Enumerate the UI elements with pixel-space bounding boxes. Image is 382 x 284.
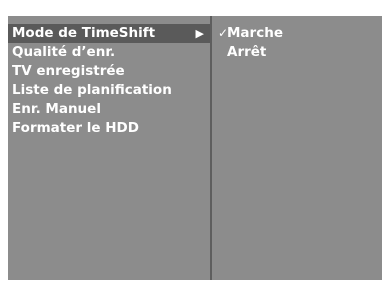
- menu-item-recorded-tv[interactable]: TV enregistrée: [8, 62, 210, 81]
- option-label: Arrêt: [227, 44, 267, 60]
- submenu-arrow-icon: ▶: [195, 27, 204, 40]
- menu-item-label: Liste de planification: [12, 82, 172, 98]
- menu-item-label: Qualité d’enr.: [12, 44, 116, 60]
- menu-item-timeshift-mode[interactable]: Mode de TimeShift ▶: [8, 24, 210, 43]
- menu-item-label: Mode de TimeShift: [12, 25, 156, 41]
- option-label: Marche: [227, 25, 283, 41]
- menu-item-label: Formater le HDD: [12, 120, 139, 136]
- main-menu-list: Mode de TimeShift ▶ Qualité d’enr. TV en…: [8, 16, 210, 138]
- osd-menu-panel: Mode de TimeShift ▶ Qualité d’enr. TV en…: [8, 16, 382, 280]
- menu-item-manual-record[interactable]: Enr. Manuel: [8, 100, 210, 119]
- option-off[interactable]: Arrêt: [214, 43, 382, 62]
- menu-item-format-hdd[interactable]: Formater le HDD: [8, 119, 210, 138]
- menu-item-label: Enr. Manuel: [12, 101, 101, 117]
- option-on[interactable]: ✓Marche: [214, 24, 382, 43]
- menu-item-schedule-list[interactable]: Liste de planification: [8, 81, 210, 100]
- checkmark-icon: ✓: [218, 26, 229, 40]
- menu-item-label: TV enregistrée: [12, 63, 125, 79]
- main-menu-pane: Mode de TimeShift ▶ Qualité d’enr. TV en…: [8, 16, 212, 280]
- submenu-list: ✓Marche Arrêt: [214, 16, 382, 62]
- menu-item-recording-quality[interactable]: Qualité d’enr.: [8, 43, 210, 62]
- submenu-pane: ✓Marche Arrêt: [214, 16, 382, 280]
